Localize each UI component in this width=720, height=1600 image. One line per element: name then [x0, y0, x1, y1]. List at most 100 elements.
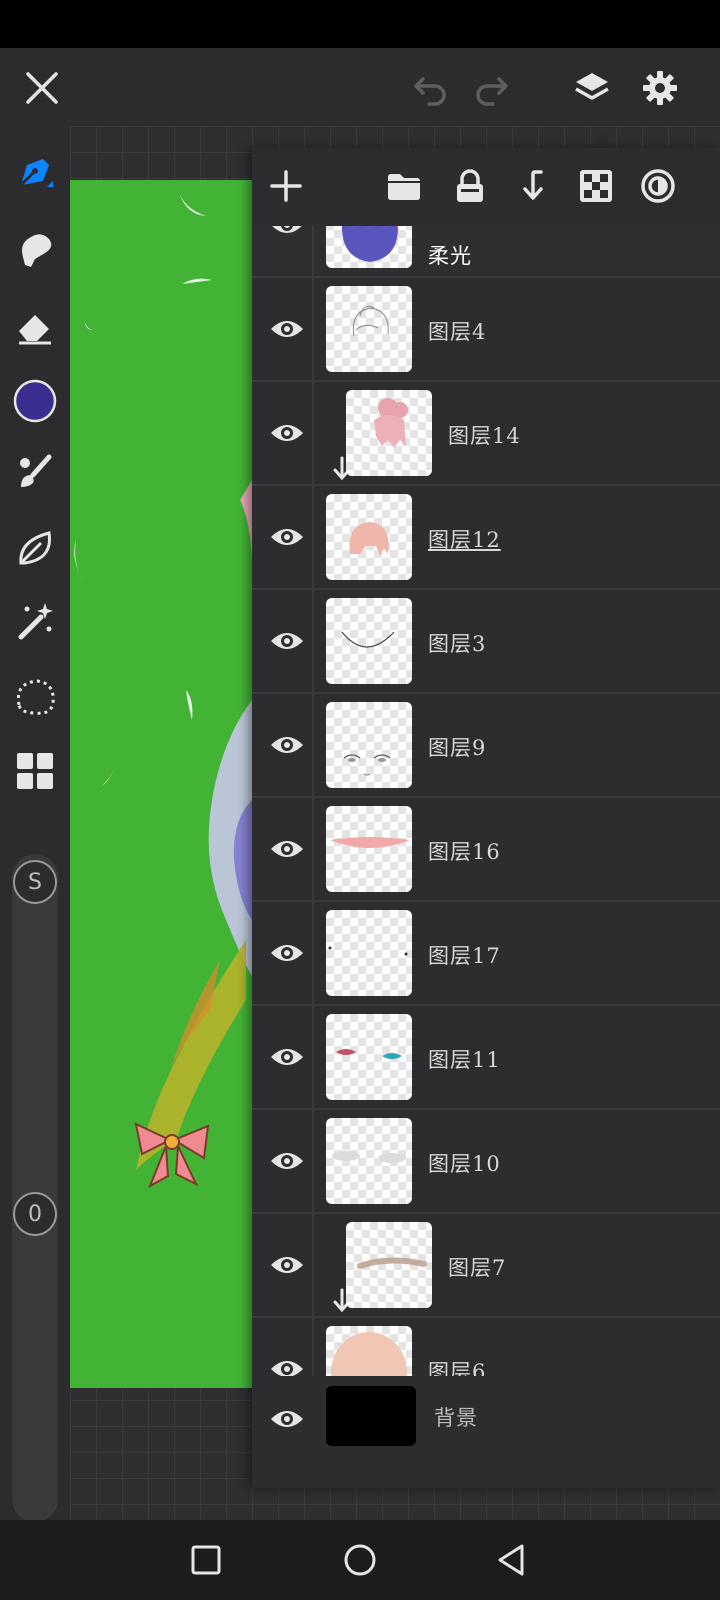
row-divider: [312, 1318, 314, 1376]
layer-thumbnail: [326, 806, 412, 892]
layer-name: 图层12: [428, 528, 501, 552]
row-divider: [312, 590, 314, 692]
undo-icon[interactable]: [404, 62, 456, 114]
visibility-eye-icon[interactable]: [262, 512, 312, 562]
brush-size-label: S: [28, 869, 42, 895]
color-swatch[interactable]: [10, 376, 60, 426]
add-layer-icon[interactable]: [262, 162, 310, 210]
visibility-eye-icon[interactable]: [262, 226, 312, 250]
pen-icon[interactable]: [10, 148, 60, 198]
artwork-canvas[interactable]: [70, 180, 252, 1388]
brush-size-knob[interactable]: S: [13, 860, 57, 904]
lasso-icon[interactable]: [10, 672, 60, 722]
blend-icon[interactable]: [634, 162, 682, 210]
eraser-icon[interactable]: [10, 302, 60, 352]
layer-row[interactable]: 图层6: [252, 1318, 720, 1376]
close-icon[interactable]: [16, 62, 68, 114]
layer-thumbnail: [326, 1118, 412, 1204]
status-bar: [0, 0, 720, 48]
visibility-eye-icon[interactable]: [262, 824, 312, 874]
recents-icon[interactable]: [182, 1536, 230, 1584]
background-layer-row[interactable]: 背景: [252, 1376, 720, 1462]
row-divider: [312, 486, 314, 588]
folder-icon[interactable]: [380, 162, 428, 210]
row-divider: [312, 694, 314, 796]
smudge-icon[interactable]: [10, 224, 60, 274]
background-color-thumbnail: [326, 1386, 416, 1446]
layer-row[interactable]: 图层14: [252, 382, 720, 486]
visibility-eye-icon[interactable]: [262, 928, 312, 978]
layer-name: 图层7: [448, 1256, 507, 1280]
row-divider: [312, 902, 314, 1004]
redo-icon[interactable]: [466, 62, 518, 114]
lock-icon[interactable]: [446, 162, 494, 210]
layer-thumbnail: [326, 226, 412, 268]
layer-name: 图层10: [428, 1152, 501, 1176]
visibility-eye-icon[interactable]: [262, 1240, 312, 1290]
layer-thumbnail: [326, 910, 412, 996]
visibility-eye-icon[interactable]: [262, 616, 312, 666]
layer-row[interactable]: 图层7: [252, 1214, 720, 1318]
layer-thumbnail: [326, 702, 412, 788]
layer-thumbnail: [326, 598, 412, 684]
merge-down-icon[interactable]: [510, 162, 558, 210]
layer-name: 图层3: [428, 632, 487, 656]
opacity-label: 0: [28, 1201, 42, 1227]
home-icon[interactable]: [336, 1536, 384, 1584]
layer-row[interactable]: 柔光: [252, 226, 720, 278]
row-divider: [312, 1214, 314, 1316]
layers-toolbar: [252, 148, 720, 228]
visibility-eye-icon[interactable]: [262, 1344, 312, 1376]
visibility-eye-icon[interactable]: [262, 408, 312, 458]
visibility-eye-icon[interactable]: [262, 1394, 312, 1444]
layer-row[interactable]: 图层10: [252, 1110, 720, 1214]
system-nav-bar: [0, 1520, 720, 1600]
layer-name: 图层4: [428, 320, 487, 344]
visibility-eye-icon[interactable]: [262, 1136, 312, 1186]
layer-name: 图层16: [428, 840, 501, 864]
layers-icon[interactable]: [566, 62, 618, 114]
visibility-eye-icon[interactable]: [262, 720, 312, 770]
layer-row[interactable]: 图层9: [252, 694, 720, 798]
row-divider: [312, 226, 314, 276]
layer-thumbnail: [326, 494, 412, 580]
left-toolbar: S 0: [0, 126, 70, 1522]
panel-caret: [588, 132, 616, 148]
row-divider: [312, 1110, 314, 1212]
brush-library-icon[interactable]: [10, 448, 60, 498]
layer-thumbnail: [326, 1014, 412, 1100]
visibility-eye-icon[interactable]: [262, 304, 312, 354]
row-divider: [312, 382, 314, 484]
layer-name: 图层11: [428, 1048, 501, 1072]
top-toolbar: [0, 48, 720, 126]
layers-panel: 柔光 图层4 图层14 图层12 图层3 图层9 图层16 图层17 图层11 …: [252, 148, 720, 1488]
layer-name: 图层17: [428, 944, 501, 968]
visibility-eye-icon[interactable]: [262, 1032, 312, 1082]
layer-name: 图层6: [428, 1360, 487, 1376]
layer-name: 图层9: [428, 736, 487, 760]
layer-row[interactable]: 图层17: [252, 902, 720, 1006]
back-icon[interactable]: [488, 1536, 536, 1584]
row-divider: [312, 798, 314, 900]
layer-thumbnail: [326, 1326, 412, 1376]
layer-thumbnail: [346, 1222, 432, 1308]
layer-name: 柔光: [428, 244, 472, 268]
transparency-icon[interactable]: [572, 162, 620, 210]
settings-icon[interactable]: [634, 62, 686, 114]
layer-row[interactable]: 图层3: [252, 590, 720, 694]
transform-icon[interactable]: [10, 746, 60, 796]
layer-row[interactable]: 图层11: [252, 1006, 720, 1110]
row-divider: [312, 1006, 314, 1108]
background-layer-name: 背景: [434, 1406, 478, 1430]
leaf-icon[interactable]: [10, 524, 60, 574]
layer-list[interactable]: 柔光 图层4 图层14 图层12 图层3 图层9 图层16 图层17 图层11 …: [252, 226, 720, 1376]
layer-row[interactable]: 图层16: [252, 798, 720, 902]
opacity-knob[interactable]: 0: [13, 1192, 57, 1236]
row-divider: [312, 278, 314, 380]
magic-wand-icon[interactable]: [10, 596, 60, 646]
layer-thumbnail: [346, 390, 432, 476]
layer-row[interactable]: 图层4: [252, 278, 720, 382]
layer-thumbnail: [326, 286, 412, 372]
layer-row[interactable]: 图层12: [252, 486, 720, 590]
layer-name: 图层14: [448, 424, 521, 448]
